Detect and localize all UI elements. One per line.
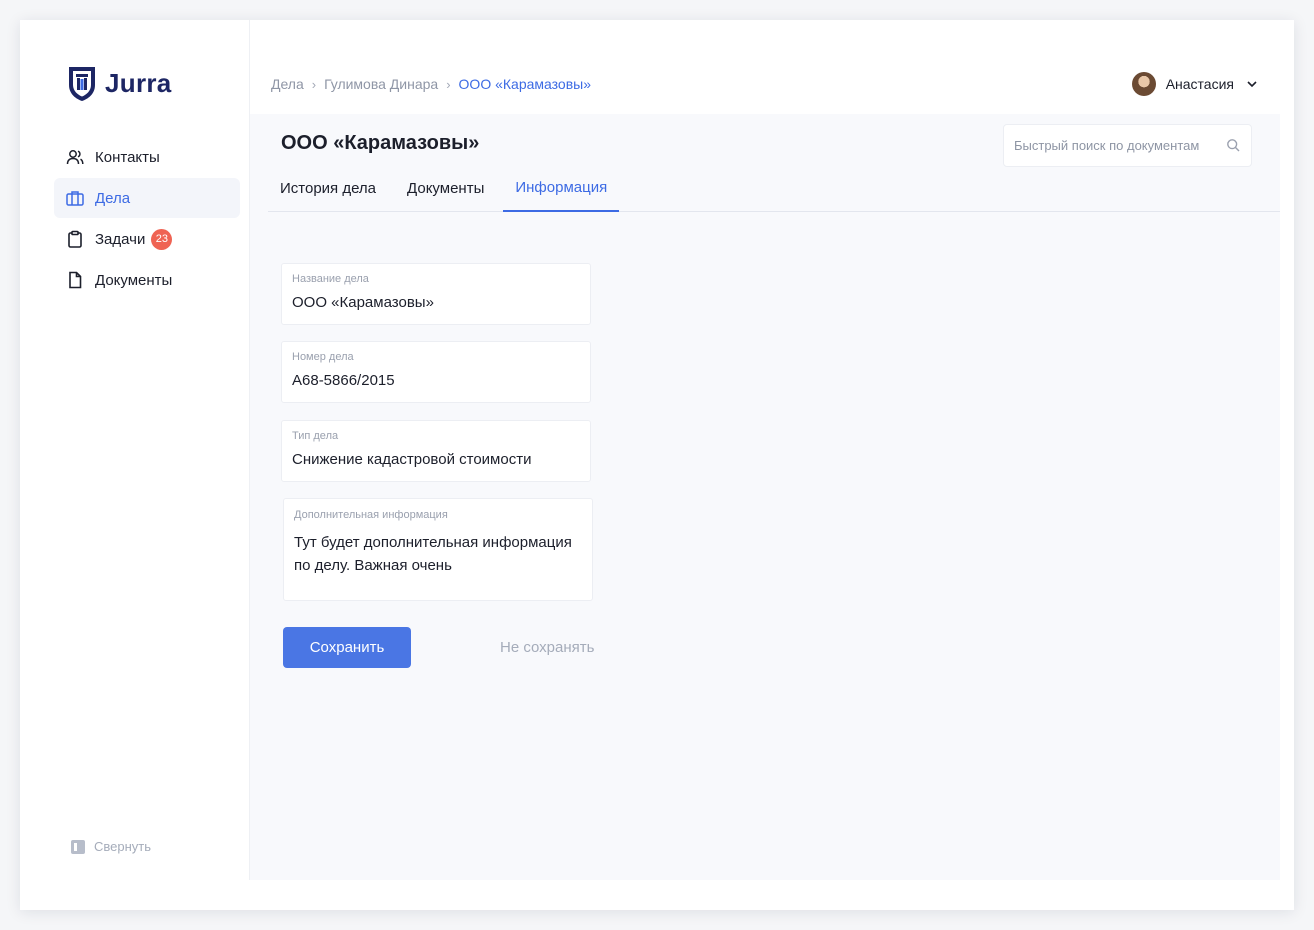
case-type-value[interactable]: Снижение кадастровой стоимости [292, 451, 580, 468]
document-search[interactable] [1003, 124, 1252, 167]
case-number-field[interactable]: Номер дела А68-5866/2015 [281, 341, 591, 403]
collapse-label: Свернуть [94, 839, 152, 854]
additional-info-value[interactable]: Тут будет дополнительная информация по д… [294, 531, 582, 577]
sidebar-item-contacts[interactable]: Контакты [54, 137, 240, 177]
case-name-label: Название дела [292, 273, 369, 285]
document-icon [65, 270, 85, 290]
sidebar-collapse-icon [71, 839, 85, 854]
breadcrumb-item-client[interactable]: Гулимова Динара [324, 76, 438, 92]
breadcrumb: Дела › Гулимова Динара › ООО «Карамазовы… [271, 76, 591, 92]
tabs: История дела Документы Информация [268, 164, 1280, 212]
sidebar-item-tasks[interactable]: Задачи 23 [54, 219, 240, 259]
collapse-sidebar-button[interactable]: Свернуть [71, 839, 151, 854]
logo[interactable]: Jurra [67, 64, 172, 102]
logo-shield-icon [69, 67, 95, 101]
case-name-field[interactable]: Название дела ООО «Карамазовы» [281, 263, 591, 325]
cancel-button[interactable]: Не сохранять [500, 639, 594, 656]
user-name: Анастасия [1165, 76, 1234, 92]
sidebar-item-documents[interactable]: Документы [54, 260, 240, 300]
case-number-label: Номер дела [292, 351, 354, 363]
chevron-right-icon: › [446, 76, 451, 92]
briefcase-icon [65, 188, 85, 208]
main-content: ООО «Карамазовы» История дела Документы … [250, 114, 1280, 880]
chevron-down-icon [1247, 81, 1257, 88]
sidebar-item-cases[interactable]: Дела [54, 178, 240, 218]
avatar [1131, 72, 1156, 96]
case-type-field[interactable]: Тип дела Снижение кадастровой стоимости [281, 420, 591, 482]
top-header: Дела › Гулимова Динара › ООО «Карамазовы… [250, 20, 1294, 114]
logo-text: Jurra [105, 67, 172, 98]
search-icon[interactable] [1226, 138, 1241, 153]
search-input[interactable] [1014, 138, 1226, 153]
users-icon [65, 147, 85, 167]
tab-history[interactable]: История дела [268, 164, 388, 212]
chevron-right-icon: › [311, 76, 317, 92]
sidebar: Jurra Контакты Дела Задачи 23 Документы … [20, 20, 250, 880]
clipboard-icon [65, 229, 85, 249]
breadcrumb-item-current: ООО «Карамазовы» [458, 76, 591, 92]
sidebar-item-label: Дела [95, 189, 131, 207]
tab-information[interactable]: Информация [503, 164, 620, 212]
sidebar-item-label: Контакты [95, 148, 160, 166]
additional-info-label: Дополнительная информация [294, 509, 448, 521]
tasks-count-badge: 23 [151, 228, 173, 250]
tab-documents[interactable]: Документы [395, 164, 496, 212]
case-name-value[interactable]: ООО «Карамазовы» [292, 294, 580, 311]
user-menu[interactable]: Анастасия [1131, 72, 1258, 96]
sidebar-item-label: Задачи [95, 230, 146, 248]
case-number-value[interactable]: А68-5866/2015 [292, 372, 580, 389]
breadcrumb-item-cases[interactable]: Дела [271, 76, 304, 92]
case-type-label: Тип дела [292, 430, 339, 442]
sidebar-nav: Контакты Дела Задачи 23 Документы [54, 137, 240, 301]
additional-info-field[interactable]: Дополнительная информация Тут будет допо… [283, 498, 593, 601]
save-button[interactable]: Сохранить [283, 627, 411, 668]
app-window: Jurra Контакты Дела Задачи 23 Документы … [20, 20, 1294, 910]
page-title: ООО «Карамазовы» [281, 132, 480, 154]
sidebar-item-label: Документы [95, 271, 173, 289]
